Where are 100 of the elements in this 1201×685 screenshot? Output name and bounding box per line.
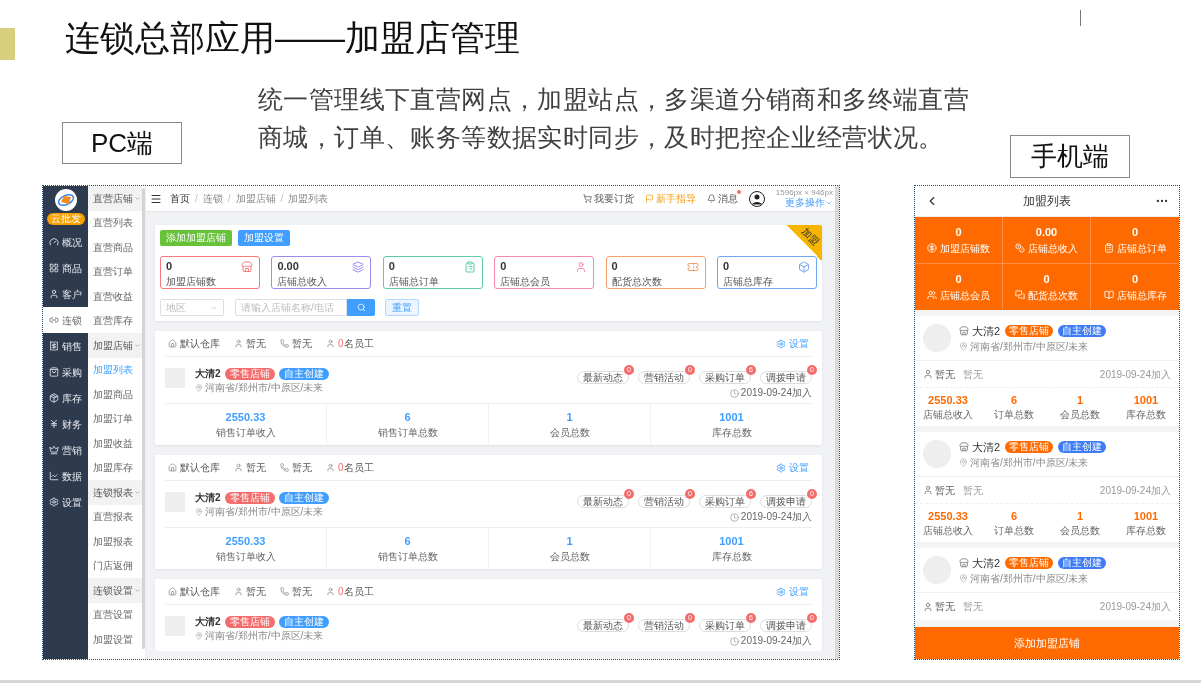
activity-pill[interactable]: 采购订单 <box>699 619 751 632</box>
store-address: 河南省/郑州市/中原区/未来 <box>970 457 1089 468</box>
stat-value: 0 <box>166 260 174 272</box>
contact-name: 暂无 <box>246 585 266 599</box>
store-tag: 零售店铺 <box>224 491 275 504</box>
metric-label: 会员总数 <box>1060 409 1100 420</box>
activity-pill[interactable]: 最新动态 <box>577 495 629 508</box>
store-tag: 零售店铺 <box>1005 441 1054 453</box>
submenu-item[interactable]: 直营设置 <box>88 602 142 627</box>
activity-pill[interactable]: 最新动态 <box>577 371 629 384</box>
submenu-item[interactable]: 加盟订单 <box>88 406 142 431</box>
warehouse-name: 默认仓库 <box>180 585 220 599</box>
activity-pill[interactable]: 采购订单 <box>699 371 751 384</box>
breadcrumb-link[interactable]: 首页 <box>170 191 190 206</box>
house-icon <box>168 463 177 472</box>
submenu-item[interactable]: 加盟报表 <box>88 529 142 554</box>
search-icon <box>356 303 366 312</box>
box-icon <box>797 261 810 273</box>
sidebar-item[interactable]: 营销 <box>43 437 88 463</box>
menu-icon[interactable] <box>150 192 162 205</box>
scrollbar[interactable] <box>142 188 145 649</box>
search-field[interactable]: 请输入店铺名称/电话 <box>235 299 347 316</box>
sidebar-item[interactable]: 连锁 <box>43 307 88 333</box>
package-icon <box>49 393 59 403</box>
stat-value: 0.00 <box>277 260 300 272</box>
metric-value: 2550.33 <box>928 394 968 407</box>
phone-number: 暂无 <box>292 337 312 351</box>
bell-icon <box>706 194 716 203</box>
metric-label: 销售订单收入 <box>215 427 276 438</box>
sidebar-item[interactable]: 采购 <box>43 359 88 385</box>
page-title: 连锁总部应用——加盟店管理 <box>65 18 520 58</box>
book-icon <box>1103 290 1114 301</box>
submenu-group[interactable]: 连锁设置 <box>88 578 142 603</box>
activity-pill[interactable]: 最新动态 <box>577 619 629 632</box>
activity-pill[interactable]: 营销活动 <box>638 371 690 384</box>
stat-value: 0 <box>955 272 962 286</box>
avatar-icon[interactable] <box>748 190 765 207</box>
metric-label: 库存总数 <box>711 551 752 562</box>
grid-icon <box>49 263 59 273</box>
activity-pill[interactable]: 采购订单 <box>699 495 751 508</box>
submenu-item[interactable]: 加盟商品 <box>88 382 142 407</box>
join-date: 2019-09-24加入 <box>740 511 812 523</box>
metric-label: 销售订单总数 <box>377 427 438 438</box>
staff-count: 0名员工 <box>338 461 374 475</box>
activity-pill[interactable]: 营销活动 <box>638 495 690 508</box>
topbar-link[interactable]: 消息 <box>706 191 738 206</box>
submenu-item[interactable]: 加盟设置 <box>88 627 142 652</box>
clock-icon <box>729 388 739 398</box>
submenu-group[interactable]: 直营店铺 <box>88 186 142 211</box>
sidebar-item[interactable]: 商品 <box>43 255 88 281</box>
submenu-item[interactable]: 直营库存 <box>88 308 142 333</box>
sidebar-item[interactable]: 数据 <box>43 463 88 489</box>
submenu-item[interactable]: 加盟库存 <box>88 455 142 480</box>
submenu-item[interactable]: 直营报表 <box>88 504 142 529</box>
topbar-link[interactable]: 我要订货 <box>582 191 634 206</box>
activity-pill[interactable]: 调拨申请 <box>760 371 812 384</box>
metric-label: 订单总数 <box>994 525 1034 536</box>
stat-label: 配货总次数 <box>1028 289 1078 301</box>
breadcrumb-link[interactable]: 加盟列表 <box>288 191 329 206</box>
submenu-item[interactable]: 直营收益 <box>88 284 142 309</box>
user-icon <box>234 463 243 472</box>
breadcrumb-link[interactable]: 连锁 <box>202 191 223 206</box>
sidebar-item[interactable]: 概况 <box>43 229 88 255</box>
line-chart-icon <box>49 471 59 481</box>
sidebar-item[interactable]: 销售 <box>43 333 88 359</box>
store-tag: 零售店铺 <box>224 615 275 628</box>
sidebar-item[interactable]: 客户 <box>43 281 88 307</box>
description: 统一管理线下直营网点，加盟站点，多渠道分销商和多终端直营 商城，订单、账务等数据实时同步，及时把控企业经营状况。 <box>258 84 970 153</box>
metric-label: 店铺总收入 <box>923 409 973 420</box>
metric-label: 库存总数 <box>1126 409 1166 420</box>
submenu-item[interactable]: 门店返佣 <box>88 553 142 578</box>
store-name: 大清2 <box>972 439 1001 455</box>
metric-value: 1001 <box>719 411 744 424</box>
store-name: 大清2 <box>195 615 221 629</box>
sidebar-item[interactable]: 财务 <box>43 411 88 437</box>
pin-icon <box>195 631 203 640</box>
breadcrumb-link[interactable]: 加盟店铺 <box>235 191 276 206</box>
submenu-group[interactable]: 加盟店铺 <box>88 333 142 358</box>
breadcrumb-separator: / <box>280 192 284 206</box>
submenu-group[interactable]: 连锁报表 <box>88 480 142 505</box>
metric-value: 6 <box>1010 510 1018 523</box>
activity-pill[interactable]: 营销活动 <box>638 619 690 632</box>
join-date: 2019-09-24加入 <box>740 635 812 647</box>
stat-label: 店铺总订单 <box>388 276 439 287</box>
submenu-item[interactable]: 直营列表 <box>88 210 142 235</box>
logo-icon <box>54 189 77 211</box>
sidebar-item[interactable]: 库存 <box>43 385 88 411</box>
bag-icon <box>49 367 59 377</box>
sidebar-item[interactable]: 设置 <box>43 489 88 515</box>
submenu-item[interactable]: 直营商品 <box>88 235 142 260</box>
metric-value: 2550.33 <box>225 411 266 424</box>
user-icon <box>575 261 588 273</box>
stat-value: 0 <box>955 225 962 239</box>
submenu-item[interactable]: 加盟收益 <box>88 431 142 456</box>
activity-pill[interactable]: 调拨申请 <box>760 495 812 508</box>
scrollbar[interactable] <box>835 186 839 659</box>
submenu-item[interactable]: 直营订单 <box>88 259 142 284</box>
activity-pill[interactable]: 调拨申请 <box>760 619 812 632</box>
topbar-link-label: 新手指导 <box>655 192 696 206</box>
ticket-icon <box>686 261 699 273</box>
